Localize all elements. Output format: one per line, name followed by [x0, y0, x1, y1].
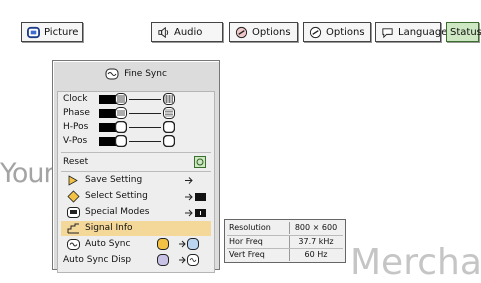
- slider-track: [129, 113, 161, 114]
- info-value: 37.7 kHz: [289, 236, 342, 248]
- menu-label: Signal Info: [85, 223, 133, 233]
- tab-label: Picture: [44, 26, 79, 38]
- adjust-label: H-Pos: [63, 122, 89, 132]
- tab-language[interactable]: Language: [375, 22, 447, 42]
- menu-signal-info[interactable]: Signal Info: [61, 221, 211, 236]
- tab-picture[interactable]: Picture: [21, 22, 83, 42]
- slider-track: [129, 99, 161, 100]
- tab-label: Audio: [174, 26, 203, 38]
- hpos-right-icon[interactable]: [163, 121, 175, 133]
- arrow-right-icon: [185, 177, 193, 184]
- tab-audio[interactable]: Audio: [151, 22, 223, 42]
- fine-sync-panel: Fine Sync Clock 0 Phase 0: [52, 60, 220, 273]
- menu-auto-sync[interactable]: Auto Sync: [61, 237, 211, 252]
- reset-label: Reset: [63, 157, 89, 167]
- watermark-right: Merchant: [350, 242, 481, 283]
- diamond-icon: [67, 190, 80, 203]
- tab-label: Language: [398, 26, 448, 38]
- speaker-icon: [158, 26, 169, 38]
- info-value: 800 × 600: [289, 222, 342, 234]
- menu-label: Auto Sync: [85, 239, 131, 249]
- info-label: Resolution: [229, 223, 271, 232]
- adjust-row-phase[interactable]: Phase 0: [61, 106, 211, 120]
- vpos-up-icon[interactable]: [163, 135, 175, 147]
- slider-track: [129, 127, 161, 128]
- adjust-label: V-Pos: [63, 136, 88, 146]
- hpos-left-icon[interactable]: [115, 121, 127, 133]
- panel-title: Fine Sync: [53, 65, 219, 83]
- options-icon: [235, 26, 248, 38]
- info-value: 60 Hz: [289, 249, 342, 261]
- auto-sync-disp-options-icon: [157, 254, 199, 266]
- info-row-hor-freq: Hor Freq 37.7 kHz: [227, 235, 343, 248]
- fine-sync-icon: [105, 68, 119, 80]
- adjust-row-vpos[interactable]: V-Pos 0: [61, 134, 211, 148]
- info-label: Hor Freq: [229, 237, 263, 246]
- tab-options-2[interactable]: Options: [303, 22, 371, 42]
- vpos-down-icon[interactable]: [115, 135, 127, 147]
- adjust-label: Clock: [63, 94, 88, 104]
- auto-sync-icon: [67, 239, 80, 250]
- menu-special-modes[interactable]: Special Modes: [61, 205, 211, 220]
- fine-sync-list: Clock 0 Phase 0: [57, 91, 215, 273]
- reset-icon[interactable]: [194, 156, 206, 168]
- tab-label: Options: [252, 26, 291, 38]
- clock-minus-icon[interactable]: [115, 93, 127, 105]
- slider-track: [129, 141, 161, 142]
- picture-icon: [27, 26, 40, 38]
- menu-label: Save Setting: [85, 175, 143, 185]
- menu-label: Special Modes: [85, 207, 150, 217]
- options-icon: [309, 26, 322, 38]
- save-icon: [68, 175, 78, 186]
- special-arrow-icon: [185, 209, 206, 217]
- tab-options-1[interactable]: Options: [229, 22, 298, 42]
- divider: [61, 171, 211, 172]
- signal-icon: [67, 223, 79, 234]
- auto-sync-options-icon: [157, 238, 199, 250]
- menu-save-setting[interactable]: Save Setting: [61, 173, 211, 188]
- tab-label: Status: [450, 26, 481, 38]
- divider: [61, 152, 211, 153]
- clock-plus-icon[interactable]: [163, 93, 175, 105]
- tab-label: Options: [326, 26, 365, 38]
- phase-minus-icon[interactable]: [115, 107, 127, 119]
- reset-row[interactable]: Reset: [61, 155, 211, 169]
- adjust-label: Phase: [63, 108, 90, 118]
- special-modes-icon: [67, 207, 80, 218]
- menu-auto-sync-disp[interactable]: Auto Sync Disp: [61, 253, 211, 268]
- menu-label: Select Setting: [85, 191, 148, 201]
- tab-status[interactable]: Status: [446, 22, 481, 42]
- info-row-resolution: Resolution 800 × 600: [227, 222, 343, 234]
- select-arrow-icon: [185, 193, 206, 201]
- adjust-row-hpos[interactable]: H-Pos 0: [61, 120, 211, 134]
- menu-label: Auto Sync Disp: [63, 255, 132, 265]
- menu-select-setting[interactable]: Select Setting: [61, 189, 211, 204]
- adjust-row-clock[interactable]: Clock 0: [61, 92, 211, 106]
- signal-info-panel: Resolution 800 × 600 Hor Freq 37.7 kHz V…: [224, 219, 346, 263]
- info-label: Vert Freq: [229, 250, 265, 259]
- speech-bubble-icon: [382, 27, 393, 38]
- info-row-vert-freq: Vert Freq 60 Hz: [227, 248, 343, 261]
- phase-plus-icon[interactable]: [163, 107, 175, 119]
